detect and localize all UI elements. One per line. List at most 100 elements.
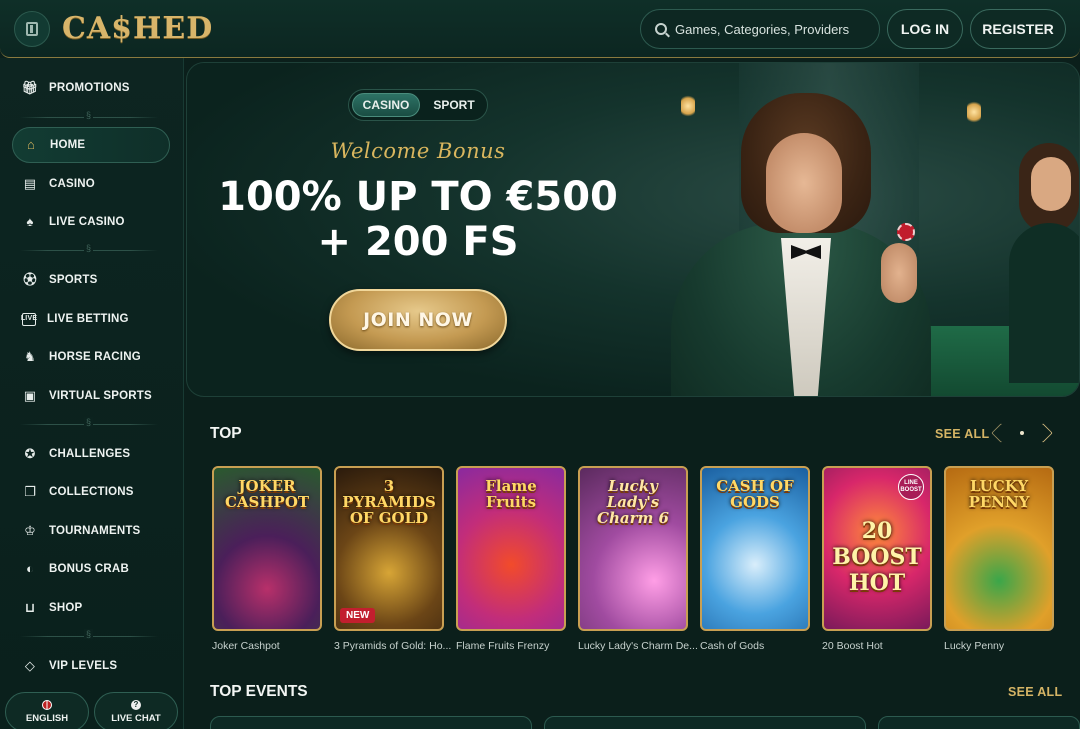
sidebar-toggle-icon [26, 22, 38, 36]
game-thumbnail[interactable]: 20 BOOST HOT LINE BOOST [822, 466, 932, 631]
carousel-dot [1020, 431, 1024, 435]
sidebar-item-label: PROMOTIONS [49, 82, 130, 94]
sidebar-item-shop[interactable]: ⊔ SHOP [12, 590, 170, 626]
sidebar-item-vip-levels[interactable]: ◇ VIP LEVELS [12, 648, 170, 684]
sidebar-item-virtual-sports[interactable]: ▣ VIRTUAL SPORTS [12, 378, 170, 414]
see-all-events-link[interactable]: SEE ALL [1008, 685, 1062, 699]
sidebar-item-label: VIRTUAL SPORTS [49, 390, 152, 402]
sidebar-item-sports[interactable]: ⚽︎ SPORTS [12, 262, 170, 298]
diamond-icon: ◇ [24, 658, 36, 673]
slot-machine-icon: ▤ [23, 176, 37, 191]
sidebar-item-label: LIVE CASINO [49, 216, 125, 228]
sidebar-item-casino[interactable]: ▤ CASINO [12, 166, 170, 202]
crab-icon: ◐ [25, 561, 35, 576]
logo[interactable]: CA$HED [62, 10, 213, 48]
language-label: ENGLISH [25, 713, 69, 724]
sidebar-item-tournaments[interactable]: ♔ TOURNAMENTS [12, 513, 170, 549]
language-button[interactable]: ENGLISH [5, 692, 89, 729]
hero-banner[interactable]: CASINO SPORT Welcome Bonus 100% UP TO €5… [186, 62, 1080, 397]
sidebar-toggle-button[interactable] [14, 11, 50, 47]
search-icon [655, 23, 667, 35]
game-art-title: LUCKY PENNY [968, 477, 1030, 511]
new-badge: NEW [340, 608, 376, 623]
home-icon: ⌂ [26, 137, 36, 152]
cards-icon: ♠ [26, 214, 34, 229]
trophy-icon: ♔ [24, 523, 36, 538]
section-title-top-events: TOP EVENTS [210, 683, 308, 700]
game-card[interactable]: 3 PYRAMIDS OF GOLD NEW 3 Pyramids of Gol… [334, 466, 451, 652]
login-button[interactable]: LOG IN [887, 9, 963, 49]
virtual-sports-icon: ▣ [23, 388, 37, 403]
game-name: Flame Fruits Frenzy [456, 640, 550, 652]
carousel-nav [991, 423, 1053, 443]
sidebar-item-label: LIVE BETTING [47, 313, 129, 325]
collections-icon: ❐ [24, 484, 36, 499]
game-thumbnail[interactable]: 3 PYRAMIDS OF GOLD NEW [334, 466, 444, 631]
register-button[interactable]: REGISTER [970, 9, 1066, 49]
game-card[interactable]: LUCKY PENNY Lucky Penny [944, 466, 1054, 652]
tab-casino[interactable]: CASINO [352, 93, 420, 117]
sidebar-item-label: CHALLENGES [49, 448, 131, 460]
game-art-title: Flame Fruits [485, 477, 537, 511]
sidebar-item-home[interactable]: ⌂ HOME [12, 127, 170, 163]
live-chat-button[interactable]: ? LIVE CHAT [94, 692, 178, 729]
headline-line-1: 100% UP TO €500 [218, 174, 618, 220]
uk-flag-icon [42, 700, 52, 710]
join-now-button[interactable]: JOIN NOW [329, 289, 507, 351]
sidebar-item-horse-racing[interactable]: ♞ HORSE RACING [12, 339, 170, 375]
game-name: Joker Cashpot [212, 640, 280, 652]
game-thumbnail[interactable]: Lucky Lady's Charm 6 [578, 466, 688, 631]
gift-icon: 🎁︎ [21, 80, 39, 95]
sidebar-item-live-casino[interactable]: ♠ LIVE CASINO [12, 204, 170, 240]
medal-icon: ✪ [24, 446, 36, 461]
hero-man-illustration [671, 73, 931, 396]
live-chat-label: LIVE CHAT [111, 713, 161, 724]
line-boost-badge: LINE BOOST [898, 474, 924, 500]
search-input[interactable] [675, 21, 865, 37]
game-art-title: Lucky Lady's Charm 6 [597, 477, 669, 527]
welcome-bonus-label: Welcome Bonus [330, 139, 506, 163]
live-icon: LIVE [21, 312, 37, 326]
sidebar-item-label: VIP LEVELS [49, 660, 118, 672]
sidebar-item-challenges[interactable]: ✪ CHALLENGES [12, 436, 170, 472]
sidebar-item-bonus-crab[interactable]: ◐ BONUS CRAB [12, 551, 170, 587]
game-thumbnail[interactable]: JOKER CASHPOT [212, 466, 322, 631]
event-card[interactable] [210, 716, 532, 729]
game-thumbnail[interactable]: LUCKY PENNY [944, 466, 1054, 631]
game-thumbnail[interactable]: CASH OF GODS [700, 466, 810, 631]
game-art-title: JOKER CASHPOT [224, 477, 310, 511]
game-name: 3 Pyramids of Gold: Ho... [334, 640, 452, 652]
game-card[interactable]: Lucky Lady's Charm 6 Lucky Lady's Charm … [578, 466, 698, 652]
game-card[interactable]: JOKER CASHPOT Joker Cashpot [212, 466, 322, 652]
arrow-left-icon[interactable] [991, 423, 1011, 443]
game-thumbnail[interactable]: Flame Fruits [456, 466, 566, 631]
arrow-right-icon[interactable] [1033, 423, 1053, 443]
game-card[interactable]: CASH OF GODS Cash of Gods [700, 466, 810, 652]
sidebar-item-label: SPORTS [49, 274, 98, 286]
event-card[interactable] [544, 716, 866, 729]
see-all-top-link[interactable]: SEE ALL [935, 427, 989, 441]
game-name: Lucky Penny [944, 640, 1005, 652]
sidebar-item-live-betting[interactable]: LIVE LIVE BETTING [12, 301, 170, 337]
game-name: Cash of Gods [700, 640, 765, 652]
sidebar-divider [20, 629, 158, 639]
sidebar-divider [20, 110, 158, 120]
soccer-ball-icon: ⚽︎ [23, 272, 37, 287]
sidebar-item-promotions[interactable]: 🎁︎ PROMOTIONS [12, 70, 170, 106]
event-card[interactable] [878, 716, 1080, 729]
game-card[interactable]: Flame Fruits Flame Fruits Frenzy [456, 466, 566, 652]
sidebar-item-collections[interactable]: ❐ COLLECTIONS [12, 474, 170, 510]
sidebar-item-label: HORSE RACING [49, 351, 141, 363]
wall-lamp [967, 101, 981, 123]
bonus-headline: 100% UP TO €500 + 200 FS [187, 175, 649, 265]
basket-icon: ⊔ [24, 600, 36, 615]
tab-sport[interactable]: SPORT [423, 93, 485, 117]
game-card[interactable]: 20 BOOST HOT LINE BOOST 20 Boost Hot [822, 466, 932, 652]
sidebar-item-label: BONUS CRAB [49, 563, 129, 575]
sidebar-divider [20, 417, 158, 427]
sidebar-divider [20, 243, 158, 253]
headline-line-2: + 200 FS [317, 219, 519, 265]
search-box[interactable] [640, 9, 880, 49]
dealer-illustration [1009, 143, 1079, 383]
game-art-title: CASH OF GODS [716, 477, 794, 511]
